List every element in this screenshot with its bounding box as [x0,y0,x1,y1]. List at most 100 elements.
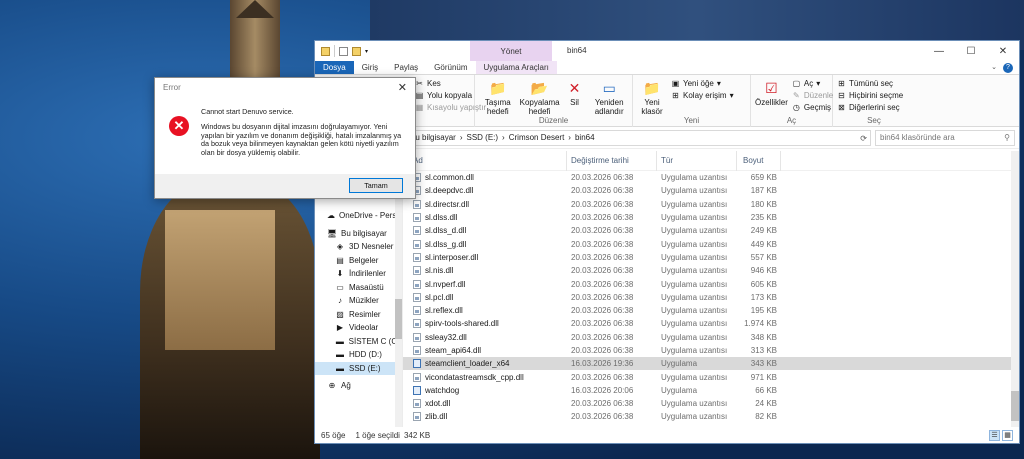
cloud-icon: ☁ [327,211,335,221]
table-row[interactable]: sl.deepdvc.dll 20.03.2026 06:38 Uygulama u… [403,184,1019,197]
refresh-icon[interactable]: ⟳ [860,134,867,143]
breadcrumb-this-pc[interactable]: Bu bilgisayar [410,133,456,142]
file-size: 946 KB [750,266,777,276]
table-row[interactable]: zlib.dll 20.03.2026 06:38 Uygulama uzantıs… [403,410,1019,423]
sidebar-item-1[interactable]: 🖥 Bu bilgisayar [315,227,402,241]
organize-group: 📁 Taşıma hedefi 📂 Kopyalama hedefi ✕ Sil ▭ Y… [475,75,633,127]
file-name-cell: watchdog [403,385,567,395]
tab-file[interactable]: Dosya [315,61,354,74]
history-button[interactable]: ◷ Geçmiş [792,103,833,112]
folder-icon[interactable] [321,46,330,56]
search-box[interactable]: bin64 klasöründe ara ⚲ [875,129,1015,146]
large-icons-view-icon[interactable]: ▦ [1002,430,1013,441]
wallpaper-castle [165,210,275,350]
table-row[interactable]: sl.pcl.dll 20.03.2026 06:38 Uygulama uzant… [403,291,1019,304]
close-icon[interactable]: ✕ [398,81,407,94]
file-type: Uygulama uzantısı [661,226,728,236]
sidebar-item-12[interactable]: ⊕ Ağ [315,379,402,393]
file-size: 313 KB [750,346,777,355]
sidebar-item-label: İndirilenler [349,269,386,279]
sidebar-item-2[interactable]: ◈ 3D Nesneler [315,240,402,254]
breadcrumb-bin64[interactable]: bin64 [575,133,595,142]
sidebar-item-10[interactable]: ▬ HDD (D:) [315,348,402,362]
open-group: ☑ Özellikler ▢ Aç ▾ ✎ Düzenle ◷ Geçmiş Aç [751,75,833,127]
column-size[interactable]: Boyut [737,150,781,171]
chevron-down-icon[interactable]: ⌄ [991,63,997,73]
table-row[interactable]: sl.directsr.dll 20.03.2026 06:38 Uygulama … [403,198,1019,211]
properties-icon[interactable] [339,46,348,56]
chevron-down-icon[interactable]: ▾ [365,48,368,55]
details-view-icon[interactable]: ☰ [989,430,1000,441]
open-button[interactable]: ▢ Aç ▾ [792,79,833,88]
selection-count: 1 öğe seçildi [355,430,400,440]
new-folder-icon[interactable] [352,46,361,56]
sidebar-item-4[interactable]: ⬇ İndirilenler [315,267,402,281]
close-button[interactable]: ✕ [987,41,1019,61]
edit-button[interactable]: ✎ Düzenle [792,91,833,100]
sidebar-item-3[interactable]: ▤ Belgeler [315,254,402,268]
tab-share[interactable]: Paylaş [386,61,426,74]
easy-access-button[interactable]: ⊞ Kolay erişim ▾ [671,91,733,100]
table-row[interactable]: sl.nvperf.dll 20.03.2026 06:38 Uygulama uz… [403,277,1019,290]
file-type: Uygulama uzantısı [661,199,728,209]
new-item-button[interactable]: ▣ Yeni öğe ▾ [671,79,734,88]
sidebar-item-11[interactable]: ▬ SSD (E:) [315,361,402,375]
application-file-icon [413,385,421,395]
dialog-title-bar: Error ✕ [155,78,415,96]
sidebar-item-0[interactable]: ☁ OneDrive - Persor [315,209,402,223]
tab-application-tools[interactable]: Uygulama Araçları [475,61,557,74]
tab-view[interactable]: Görünüm [426,61,475,74]
search-input[interactable]: bin64 klasöründe ara [880,133,955,142]
table-row[interactable]: sl.reflex.dll 20.03.2026 06:38 Uygulama uz… [403,304,1019,317]
select-all-button[interactable]: ⊞ Tümünü seç [837,79,903,88]
select-none-button[interactable]: ⊟ Hiçbirini seçme [837,91,903,100]
minimize-button[interactable]: — [923,41,955,61]
maximize-button[interactable]: ☐ [955,41,987,61]
file-date: 20.03.2026 06:38 [571,173,634,183]
help-icon[interactable]: ? [1003,63,1013,73]
table-row[interactable]: steamclient_loader_x64 16.03.2026 19:36 Uy… [403,357,1019,371]
file-size: 348 KB [750,332,777,342]
rename-label: Yeniden adlandır [594,98,624,116]
column-type[interactable]: Tür [657,150,737,171]
table-row[interactable]: ssleay32.dll 20.03.2026 06:38 Uygulama uza… [403,331,1019,344]
table-row[interactable]: vicondatastreamsdk_cpp.dll 20.03.2026 06:… [403,370,1019,383]
table-row[interactable]: spirv-tools-shared.dll 20.03.2026 06:38 Uy… [403,317,1019,330]
file-list: sl.common.dll 20.03.2026 06:38 Uygulama uz… [403,171,1019,424]
file-name: sl.nvperf.dll [425,279,466,289]
table-row[interactable]: sl.dlss.dll 20.03.2026 06:38 Uygulama uzan… [403,211,1019,224]
file-list-scrollbar-thumb[interactable] [1011,391,1019,421]
sidebar-item-8[interactable]: ▶ Videolar [315,321,402,335]
table-row[interactable]: watchdog 16.03.2026 20:06 Uygulama 66 KB [403,384,1019,397]
column-name[interactable]: Ad [403,150,567,171]
breadcrumb-crimson-desert[interactable]: Crimson Desert [509,133,565,142]
table-row[interactable]: sl.dlss_d.dll 20.03.2026 06:38 Uygulama uz… [403,224,1019,237]
table-row[interactable]: sl.nis.dll 20.03.2026 06:38 Uygulama uzant… [403,264,1019,277]
new-group: 📁 Yeni klasör ▣ Yeni öğe ▾ ⊞ Kolay erişim ▾ Y… [633,75,751,127]
sidebar-item-5[interactable]: ▭ Masaüstü [315,281,402,295]
table-row[interactable]: sl.interposer.dll 20.03.2026 06:38 Uygulam… [403,251,1019,264]
ok-button[interactable]: Tamam [349,178,403,193]
tab-home[interactable]: Giriş [354,61,386,74]
cube-icon: ◈ [336,242,344,252]
table-row[interactable]: sl.dlss_g.dll 20.03.2026 06:38 Uygulama uz… [403,237,1019,250]
new-item-label: Yeni öğe [683,79,714,88]
nav-scrollbar-thumb[interactable] [395,299,402,339]
table-row[interactable]: xdot.dll 20.03.2026 06:38 Uygulama uzantıs… [403,397,1019,410]
table-row[interactable]: steam_api64.dll 20.03.2026 06:38 Uygulama … [403,344,1019,357]
column-date[interactable]: Değiştirme tarihi [567,150,657,171]
scissors-icon: ✂ [416,79,423,88]
table-row[interactable]: sl.common.dll 20.03.2026 06:38 Uygulama uz… [403,171,1019,184]
breadcrumb-ssd[interactable]: SSD (E:) [466,133,498,142]
file-list-scrollbar[interactable] [1011,151,1019,427]
invert-selection-button[interactable]: ⊠ Diğerlerini seç [837,103,903,112]
file-date: 20.03.2026 06:38 [571,266,634,276]
sidebar-item-6[interactable]: ♪ Müzikler [315,294,402,308]
dll-file-icon [413,332,421,342]
file-name-cell: sl.reflex.dll [403,306,567,316]
sidebar-item-9[interactable]: ▬ SİSTEM C (C:) [315,335,402,349]
copy-to-label: Kopyalama hedefi [519,98,560,116]
selection-size: 342 KB [403,430,431,440]
sidebar-item-7[interactable]: ▨ Resimler [315,308,402,322]
sidebar-item-label: Müzikler [349,296,379,306]
